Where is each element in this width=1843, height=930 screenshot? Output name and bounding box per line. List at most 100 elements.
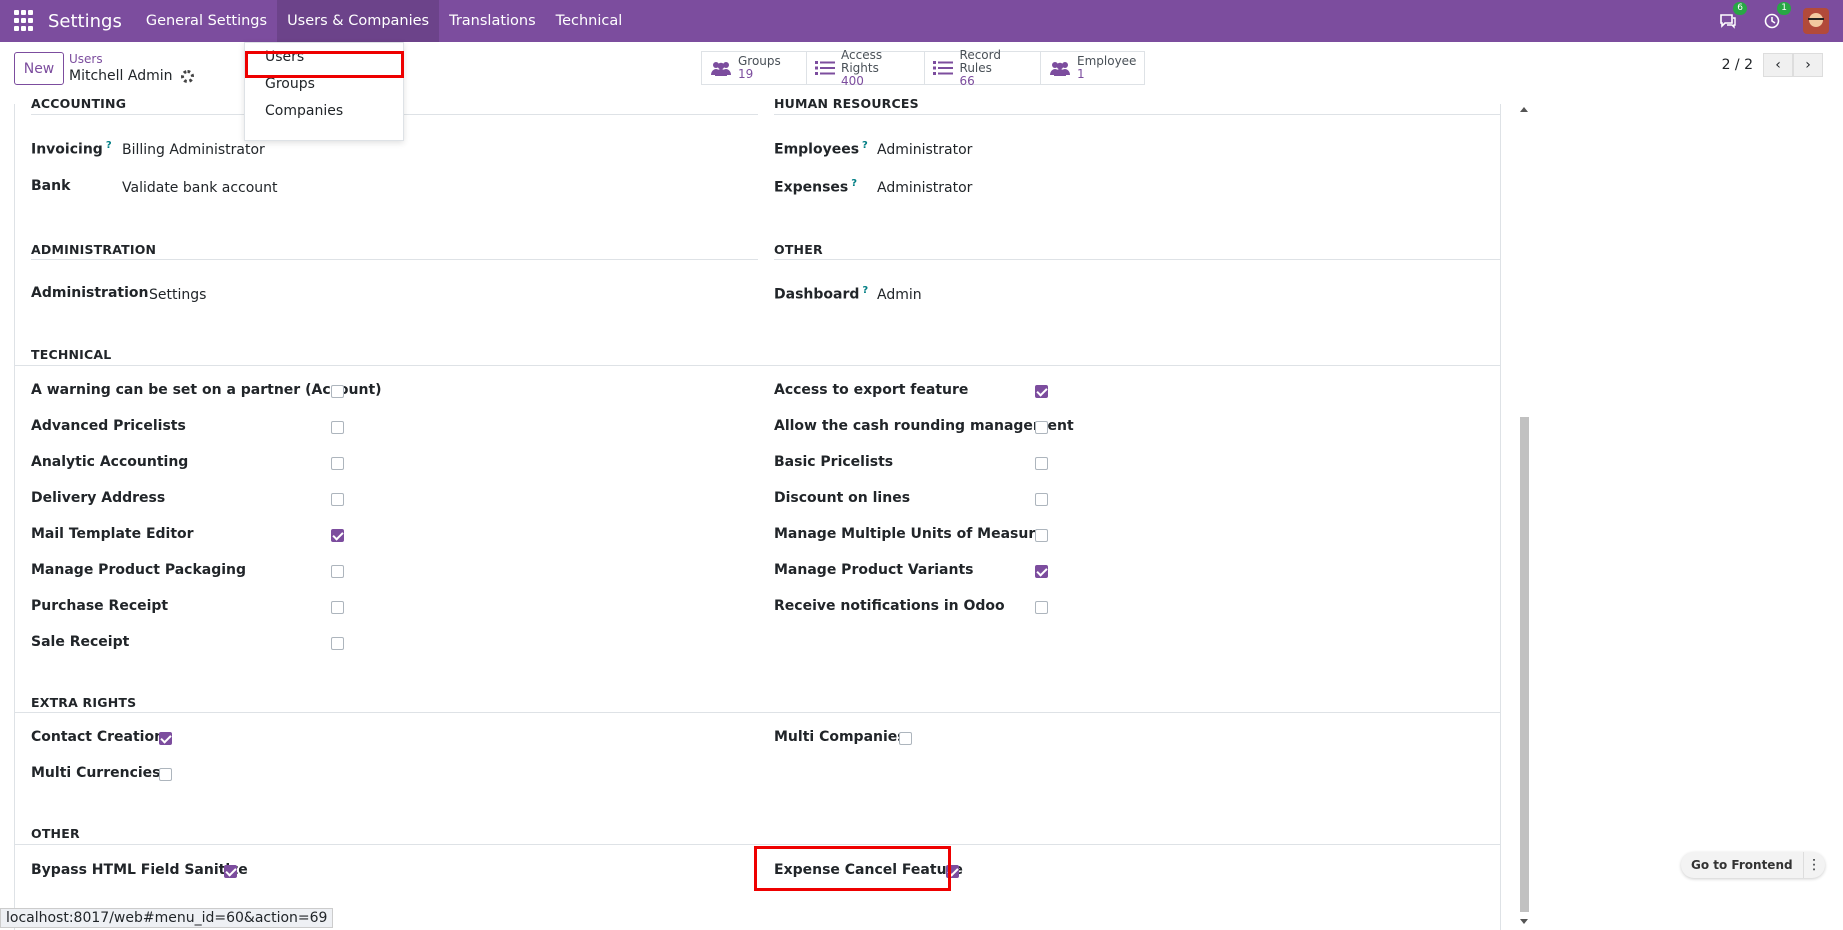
app-brand[interactable]: Settings [48, 11, 122, 32]
checkbox-product-variants[interactable] [1035, 565, 1048, 578]
field-label-administration: Administration [31, 285, 149, 301]
field-label-export-feature: Access to export feature [774, 382, 969, 398]
breadcrumb-users[interactable]: Users [69, 52, 103, 66]
dropdown-item-groups[interactable]: Groups [245, 71, 403, 98]
checkbox-analytic-accounting[interactable] [331, 457, 344, 470]
field-label-dashboard: Dashboard? [774, 285, 868, 303]
checkbox-discount-on-lines[interactable] [1035, 493, 1048, 506]
scroll-down-arrow-icon[interactable] [1520, 919, 1528, 924]
smart-label-access-rights: Access Rights [841, 47, 883, 75]
smart-label-employee: Employee [1077, 54, 1137, 68]
smart-button-groups[interactable]: Groups 19 [702, 52, 807, 84]
vertical-scrollbar[interactable] [1519, 104, 1529, 930]
status-bar-url: localhost:8017/web#menu_id=60&action=69 [0, 908, 334, 928]
field-label-delivery-address: Delivery Address [31, 490, 166, 506]
dropdown-item-users[interactable]: Users [245, 44, 403, 71]
field-value-bank[interactable]: Validate bank account [122, 180, 278, 196]
smart-value-access-rights: 400 [841, 73, 864, 88]
field-label-multi-companies: Multi Companies [774, 729, 906, 745]
pager-value[interactable]: 2 / 2 [1722, 57, 1753, 73]
smart-button-employee[interactable]: Employee 1 [1041, 52, 1144, 84]
section-title-human-resources: HUMAN RESOURCES [774, 96, 919, 111]
section-divider [31, 259, 758, 260]
smart-value-groups: 19 [738, 67, 754, 81]
smart-value-employee: 1 [1077, 67, 1085, 81]
scrollbar-thumb[interactable] [1520, 417, 1529, 912]
field-label-expenses: Expenses? [774, 178, 857, 196]
field-label-odoo-notifications: Receive notifications in Odoo [774, 598, 1005, 614]
help-tooltip-icon[interactable]: ? [851, 178, 857, 189]
checkbox-odoo-notifications[interactable] [1035, 601, 1048, 614]
more-options-icon[interactable]: ⋮ [1802, 852, 1825, 878]
chevron-right-icon: › [1805, 57, 1811, 73]
pager-previous-button[interactable]: ‹ [1763, 53, 1793, 77]
record-name: Mitchell Admin [69, 68, 173, 84]
smart-label-record-rules: Record Rules [959, 47, 1001, 75]
field-value-administration[interactable]: Settings [149, 287, 206, 303]
smart-buttons: Groups 19 Access Rights 400 Record Rules 66… [701, 47, 1145, 87]
checkbox-advanced-pricelists[interactable] [331, 421, 344, 434]
chat-badge: 6 [1733, 2, 1747, 15]
help-tooltip-icon[interactable]: ? [862, 140, 868, 151]
field-label-bypass-html-sanitize: Bypass HTML Field Sanitize [31, 862, 248, 878]
section-title-other-bottom: OTHER [31, 826, 80, 841]
smart-button-access-rights[interactable]: Access Rights 400 [807, 47, 925, 87]
menu-technical[interactable]: Technical [546, 0, 633, 42]
help-tooltip-icon[interactable]: ? [862, 285, 868, 296]
help-tooltip-icon[interactable]: ? [106, 140, 112, 151]
field-label-cash-rounding: Allow the cash rounding management [774, 418, 1074, 434]
pager: 2 / 2 ‹ › [1722, 53, 1823, 77]
field-label-mail-template-editor: Mail Template Editor [31, 526, 194, 542]
checkbox-bypass-html-sanitize[interactable] [224, 865, 237, 878]
field-label-text: Dashboard [774, 286, 860, 303]
smart-button-record-rules[interactable]: Record Rules 66 [925, 47, 1041, 87]
checkbox-contact-creation[interactable] [159, 732, 172, 745]
user-avatar[interactable] [1803, 8, 1829, 34]
pager-next-button[interactable]: › [1793, 53, 1823, 77]
section-divider [15, 844, 1500, 845]
checkbox-cash-rounding[interactable] [1035, 421, 1048, 434]
section-divider [774, 259, 1500, 260]
users-icon [710, 60, 732, 76]
go-to-frontend-widget: Go to Frontend ⋮ [1681, 852, 1825, 878]
checkbox-product-packaging[interactable] [331, 565, 344, 578]
section-title-accounting: ACCOUNTING [31, 96, 127, 111]
field-label-advanced-pricelists: Advanced Pricelists [31, 418, 186, 434]
activity-badge: 1 [1777, 2, 1791, 15]
checkbox-delivery-address[interactable] [331, 493, 344, 506]
section-title-extra-rights: EXTRA RIGHTS [31, 695, 137, 710]
go-to-frontend-button[interactable]: Go to Frontend [1681, 858, 1803, 872]
dropdown-item-companies[interactable]: Companies [245, 98, 403, 125]
field-label-contact-creation: Contact Creation [31, 729, 165, 745]
record-title: Mitchell Admin [69, 68, 194, 84]
gear-icon[interactable] [180, 69, 194, 83]
checkbox-mail-template-editor[interactable] [331, 529, 344, 542]
section-title-technical: TECHNICAL [31, 347, 112, 362]
checkbox-multiple-uom[interactable] [1035, 529, 1048, 542]
field-value-employees[interactable]: Administrator [877, 142, 972, 158]
field-value-expenses[interactable]: Administrator [877, 180, 972, 196]
checkbox-multi-currencies[interactable] [159, 768, 172, 781]
field-label-purchase-receipt: Purchase Receipt [31, 598, 169, 614]
chat-icon[interactable]: 6 [1715, 2, 1747, 34]
users-icon [1049, 60, 1071, 76]
menu-translations[interactable]: Translations [439, 0, 546, 42]
checkbox-export-feature[interactable] [1035, 385, 1048, 398]
app-menu-icon[interactable] [14, 10, 36, 32]
new-button[interactable]: New [14, 52, 64, 85]
checkbox-partner-warning[interactable] [331, 385, 344, 398]
field-value-invoicing[interactable]: Billing Administrator [122, 142, 265, 158]
scroll-up-arrow-icon[interactable] [1520, 107, 1528, 112]
checkbox-multi-companies[interactable] [899, 732, 912, 745]
activity-clock-icon[interactable]: 1 [1759, 2, 1791, 34]
menu-general-settings[interactable]: General Settings [136, 0, 277, 42]
field-value-dashboard[interactable]: Admin [877, 287, 922, 303]
menu-users-companies[interactable]: Users & Companies [277, 0, 440, 42]
checkbox-purchase-receipt[interactable] [331, 601, 344, 614]
checkbox-expense-cancel[interactable] [946, 865, 959, 878]
checkbox-sale-receipt[interactable] [331, 637, 344, 650]
field-label-product-packaging: Manage Product Packaging [31, 562, 247, 578]
checkbox-basic-pricelists[interactable] [1035, 457, 1048, 470]
field-label-bank: Bank [31, 178, 71, 194]
list-icon [933, 60, 954, 76]
